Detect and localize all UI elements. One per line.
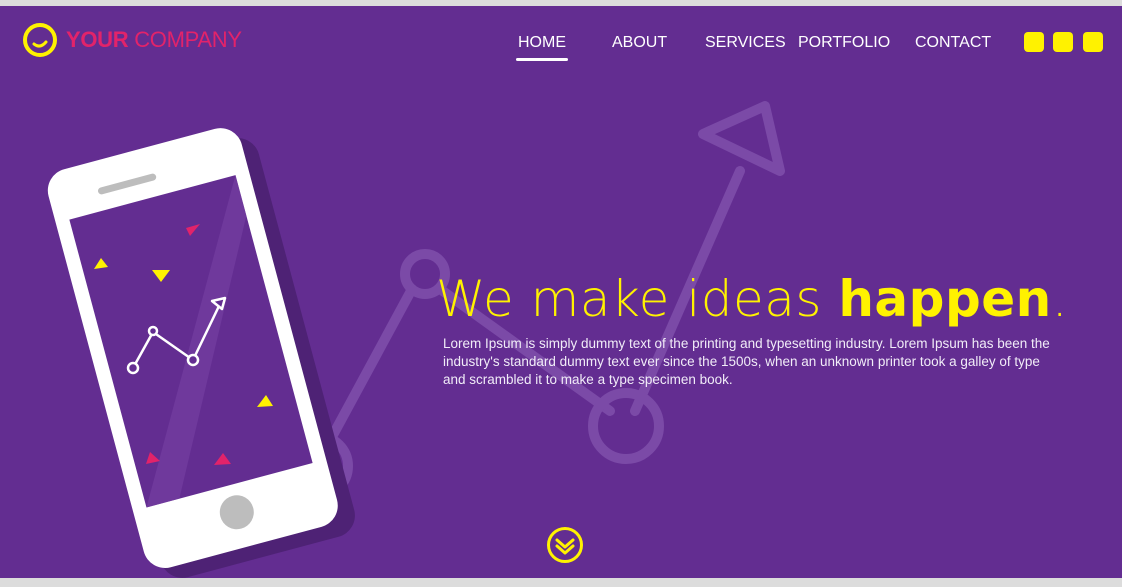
headline-light: We make ideas [436, 270, 839, 328]
nav-services[interactable]: SERVICES [705, 34, 786, 52]
nav-portfolio[interactable]: PORTFOLIO [798, 34, 890, 52]
social-square-icon[interactable] [1024, 32, 1044, 52]
main-navigation: HOME ABOUT SERVICES PORTFOLIO CONTACT [0, 34, 1122, 64]
hero-section: YOUR COMPANY HOME ABOUT SERVICES PORTFOL… [0, 6, 1122, 578]
hero-headline: We make ideas happen. [436, 270, 1068, 328]
hero-description: Lorem Ipsum is simply dummy text of the … [443, 336, 1050, 387]
social-square-icon[interactable] [1083, 32, 1103, 52]
nav-about[interactable]: ABOUT [612, 34, 667, 52]
headline-period: . [1051, 270, 1069, 328]
nav-contact[interactable]: CONTACT [915, 34, 991, 52]
double-chevron-down-icon[interactable] [545, 525, 585, 565]
social-square-icon[interactable] [1053, 32, 1073, 52]
headline-bold: happen [838, 270, 1052, 328]
nav-home[interactable]: HOME [516, 34, 568, 61]
